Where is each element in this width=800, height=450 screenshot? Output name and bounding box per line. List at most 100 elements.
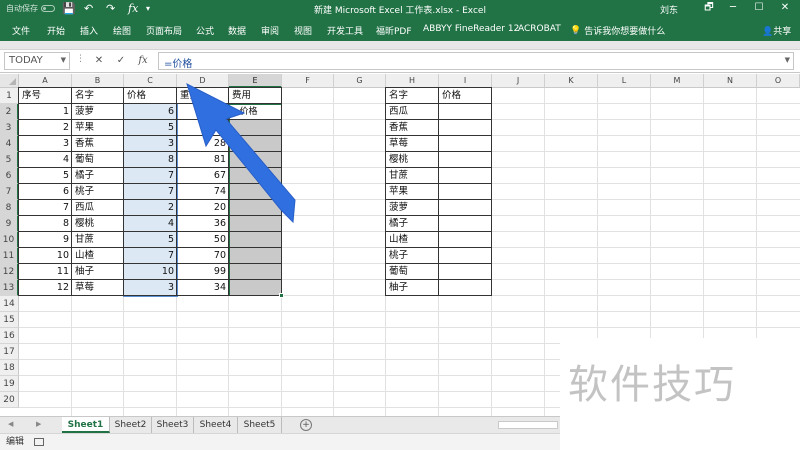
row-header-1[interactable]: 1 (0, 88, 19, 104)
minimize-button[interactable]: ─ (724, 1, 742, 15)
row-header-5[interactable]: 5 (0, 152, 19, 168)
scroll-right-icon[interactable]: ▶ (36, 420, 41, 428)
table1-cell[interactable]: 5 (124, 232, 177, 248)
tab-page-layout[interactable]: 页面布局 (146, 24, 182, 37)
table1-cell[interactable]: 桃子 (72, 184, 124, 200)
table1-cell[interactable] (229, 264, 282, 280)
ribbon-display-icon[interactable]: 🗗 (700, 1, 718, 15)
row-header-13[interactable]: 13 (0, 280, 19, 296)
column-header-l[interactable]: L (598, 74, 651, 88)
table1-cell[interactable] (229, 200, 282, 216)
table1-cell[interactable] (229, 120, 282, 136)
table1-cell[interactable] (229, 136, 282, 152)
table1-cell[interactable]: 99 (177, 264, 229, 280)
table1-cell[interactable]: 50 (177, 232, 229, 248)
tab-formulas[interactable]: 公式 (196, 24, 214, 37)
row-header-9[interactable]: 9 (0, 216, 19, 232)
table1-cell[interactable]: 5 (19, 168, 72, 184)
column-header-d[interactable]: D (177, 74, 229, 88)
row-header-18[interactable]: 18 (0, 360, 19, 376)
table2-name-cell[interactable]: 橘子 (386, 216, 439, 232)
table1-cell[interactable]: 10 (19, 248, 72, 264)
table2-name-cell[interactable]: 草莓 (386, 136, 439, 152)
maximize-button[interactable]: ☐ (750, 1, 768, 15)
row-header-15[interactable]: 15 (0, 312, 19, 328)
table2-name-cell[interactable]: 甘蔗 (386, 168, 439, 184)
table1-cell[interactable] (229, 152, 282, 168)
table1-cell[interactable]: 7 (124, 248, 177, 264)
table1-cell[interactable]: 6 (19, 184, 72, 200)
expand-formula-bar-icon[interactable]: ▼ (785, 56, 790, 64)
table1-cell[interactable]: 橘子 (72, 168, 124, 184)
row-header-2[interactable]: 2 (0, 104, 19, 120)
table1-cell[interactable] (229, 232, 282, 248)
table1-cell[interactable] (229, 168, 282, 184)
table1-cell[interactable]: 20 (177, 200, 229, 216)
tab-insert[interactable]: 插入 (80, 24, 98, 37)
table1-cell[interactable]: 28 (177, 136, 229, 152)
table1-cell[interactable]: 12 (19, 280, 72, 296)
column-header-n[interactable]: N (704, 74, 757, 88)
row-header-17[interactable]: 17 (0, 344, 19, 360)
table2-name-cell[interactable]: 山楂 (386, 232, 439, 248)
horizontal-scrollbar[interactable] (498, 421, 558, 429)
table1-cell[interactable]: 10 (124, 264, 177, 280)
formula-input[interactable]: =价格 ▼ (158, 52, 794, 70)
table2-name-cell[interactable]: 菠萝 (386, 200, 439, 216)
table1-cell[interactable]: 菠萝 (72, 104, 124, 120)
tell-me-box[interactable]: 💡 告诉我你想要做什么 (570, 24, 665, 38)
table1-header-cell[interactable]: 价格 (124, 88, 177, 104)
table2-name-cell[interactable]: 葡萄 (386, 264, 439, 280)
tab-sheet3[interactable]: Sheet3 (152, 417, 194, 433)
table1-cell[interactable]: 山楂 (72, 248, 124, 264)
tab-developer[interactable]: 开发工具 (327, 24, 363, 37)
table1-cell[interactable]: 香蕉 (72, 136, 124, 152)
table1-cell[interactable]: 4 (19, 152, 72, 168)
table2-name-cell[interactable]: 樱桃 (386, 152, 439, 168)
tab-sheet5[interactable]: Sheet5 (238, 417, 282, 433)
table1-cell[interactable]: 36 (177, 216, 229, 232)
tab-acrobat[interactable]: ACROBAT (518, 24, 561, 34)
scroll-left-icon[interactable]: ◀ (8, 420, 13, 428)
select-all-button[interactable] (0, 74, 19, 88)
tab-review[interactable]: 审阅 (261, 24, 279, 37)
table1-cell[interactable]: 3 (19, 136, 72, 152)
user-name[interactable]: 刘东 (660, 3, 678, 16)
table2-header-cell[interactable]: 价格 (439, 88, 492, 104)
table1-cell[interactable]: 西瓜 (72, 200, 124, 216)
chevron-down-icon[interactable]: ▼ (61, 56, 66, 64)
table1-cell[interactable]: 3 (124, 280, 177, 296)
row-header-20[interactable]: 20 (0, 392, 19, 408)
table1-cell[interactable]: 74 (177, 184, 229, 200)
insert-function-button[interactable]: fx (134, 53, 152, 69)
table1-cell[interactable]: 3 (124, 136, 177, 152)
table1-cell[interactable]: 81 (177, 152, 229, 168)
table1-cell[interactable]: 苹果 (72, 120, 124, 136)
table1-cell[interactable] (229, 216, 282, 232)
tab-sheet4[interactable]: Sheet4 (194, 417, 238, 433)
table1-cell[interactable]: 34 (177, 280, 229, 296)
table1-cell[interactable]: 4 (124, 216, 177, 232)
table1-cell[interactable]: 樱桃 (72, 216, 124, 232)
table1-cell[interactable] (229, 248, 282, 264)
table2-header-cell[interactable]: 名字 (386, 88, 439, 104)
name-box[interactable]: TODAY ▼ (4, 52, 70, 70)
tab-sheet2[interactable]: Sheet2 (110, 417, 152, 433)
row-header-16[interactable]: 16 (0, 328, 19, 344)
row-header-12[interactable]: 12 (0, 264, 19, 280)
column-header-g[interactable]: G (334, 74, 386, 88)
column-header-e[interactable]: E (229, 74, 282, 88)
row-header-7[interactable]: 7 (0, 184, 19, 200)
row-header-10[interactable]: 10 (0, 232, 19, 248)
row-header-3[interactable]: 3 (0, 120, 19, 136)
table1-cell[interactable]: 9 (19, 232, 72, 248)
tab-sheet1[interactable]: Sheet1 (62, 417, 110, 433)
tab-view[interactable]: 视图 (294, 24, 312, 37)
table2-name-cell[interactable]: 香蕉 (386, 120, 439, 136)
column-header-f[interactable]: F (282, 74, 334, 88)
table1-header-cell[interactable]: 重量 (177, 88, 229, 104)
table1-cell[interactable]: 9 (177, 120, 229, 136)
tab-abbyy[interactable]: ABBYY FineReader 12 (423, 24, 519, 34)
close-button[interactable]: ✕ (776, 1, 794, 15)
table1-cell[interactable]: 草莓 (72, 280, 124, 296)
